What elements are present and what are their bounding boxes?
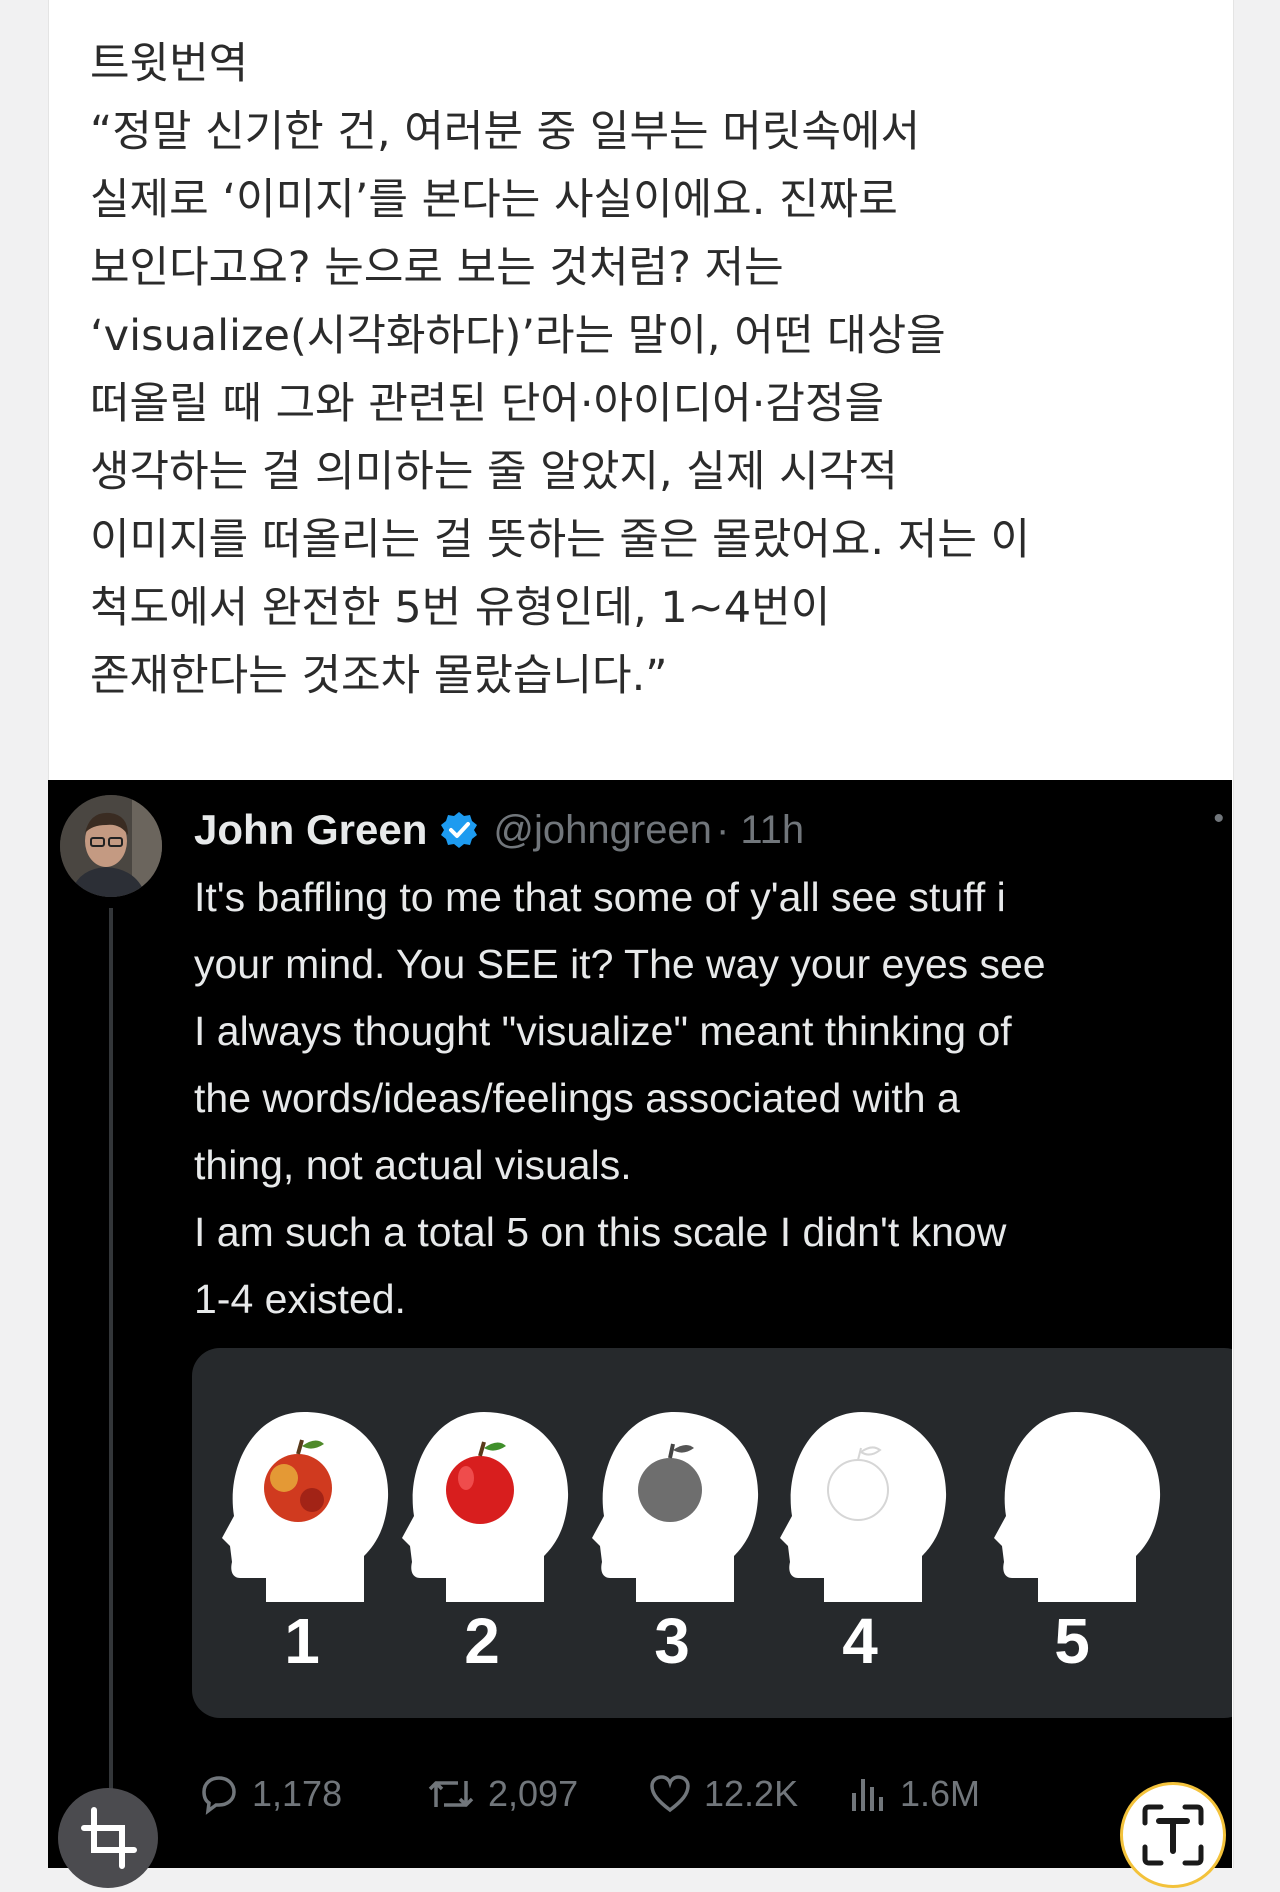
thread-line bbox=[109, 908, 113, 1868]
scale-item-4: 4 bbox=[772, 1348, 952, 1718]
scale-label: 5 bbox=[1054, 1605, 1090, 1677]
verified-badge-icon bbox=[441, 812, 478, 848]
like-button[interactable]: 12.2K bbox=[648, 1773, 798, 1815]
repost-button[interactable]: 2,097 bbox=[426, 1773, 578, 1815]
tweet-text-line: It's baffling to me that some of y'all s… bbox=[194, 874, 1006, 920]
tweet-text-line: 1-4 existed. bbox=[194, 1276, 406, 1322]
view-count: 1.6M bbox=[900, 1773, 981, 1814]
repost-icon bbox=[428, 1781, 474, 1807]
tweet-text-line: your mind. You SEE it? The way your eyes… bbox=[194, 941, 1046, 987]
tweet-header: John Green @johngreen · 11h bbox=[194, 800, 804, 860]
scale-label: 4 bbox=[842, 1605, 878, 1677]
repost-count: 2,097 bbox=[488, 1773, 579, 1814]
caption-line: 떠올릴 때 그와 관련된 단어·아이디어·감정을 bbox=[90, 379, 885, 429]
like-count: 12.2K bbox=[704, 1773, 799, 1814]
author-name[interactable]: John Green bbox=[194, 806, 427, 854]
tweet-text-line: I always thought "visualize" meant think… bbox=[194, 1008, 1012, 1054]
scale-item-1: 1 bbox=[214, 1348, 394, 1718]
scale-label: 3 bbox=[654, 1605, 690, 1677]
caption-line: ‘visualize(시각화하다)’라는 말이, 어떤 대상을 bbox=[90, 311, 946, 361]
scale-item-2: 2 bbox=[394, 1348, 574, 1718]
views-button[interactable]: 1.6M bbox=[848, 1773, 980, 1815]
head-with-outline-apple-icon bbox=[780, 1412, 947, 1602]
caption-line: 보인다고요? 눈으로 보는 것처럼? 저는 bbox=[90, 243, 784, 293]
tweet-text-line: I am such a total 5 on this scale I didn… bbox=[194, 1209, 1007, 1255]
crop-icon bbox=[81, 1807, 137, 1869]
scale-label: 2 bbox=[464, 1605, 500, 1677]
avatar[interactable] bbox=[60, 795, 162, 897]
caption-heading: 트윗번역 bbox=[90, 39, 249, 89]
caption-line: 척도에서 완전한 5번 유형인데, 1~4번이 bbox=[90, 583, 831, 633]
head-empty-icon bbox=[994, 1412, 1161, 1602]
caption-line: 실제로 ‘이미지’를 본다는 사실이에요. 진짜로 bbox=[90, 175, 898, 225]
author-handle[interactable]: @johngreen bbox=[493, 808, 712, 853]
head-with-vivid-apple-icon bbox=[222, 1412, 389, 1602]
tweet-text: It's baffling to me that some of y'all s… bbox=[194, 864, 1232, 1333]
head-with-grey-apple-icon bbox=[592, 1412, 759, 1602]
caption-line: “정말 신기한 건, 여러분 중 일부는 머릿속에서 bbox=[90, 107, 921, 157]
reply-button[interactable]: 1,178 bbox=[198, 1773, 342, 1815]
translation-caption: 트윗번역 “정말 신기한 건, 여러분 중 일부는 머릿속에서 실제로 ‘이미지… bbox=[90, 30, 1220, 710]
more-dots-icon[interactable]: • bbox=[1213, 802, 1226, 836]
reply-count: 1,178 bbox=[252, 1773, 343, 1814]
visualization-scale-image[interactable]: 1 2 3 4 5 bbox=[192, 1348, 1232, 1718]
crop-button[interactable] bbox=[58, 1788, 158, 1888]
head-with-red-apple-icon bbox=[402, 1412, 569, 1602]
tweet-timestamp[interactable]: · 11h bbox=[716, 808, 804, 853]
scale-item-5: 5 bbox=[986, 1348, 1166, 1718]
scale-item-3: 3 bbox=[584, 1348, 764, 1718]
caption-line: 존재한다는 것조차 몰랐습니다.” bbox=[90, 651, 668, 701]
scale-label: 1 bbox=[284, 1605, 320, 1677]
heart-icon bbox=[650, 1775, 690, 1813]
text-scan-icon bbox=[1142, 1804, 1204, 1866]
analytics-icon bbox=[852, 1779, 883, 1811]
tweet-action-bar: 1,178 2,097 12.2K 1.6M bbox=[198, 1773, 1198, 1833]
reply-icon bbox=[202, 1776, 236, 1815]
tweet-text-line: the words/ideas/feelings associated with… bbox=[194, 1075, 960, 1121]
caption-line: 이미지를 떠올리는 걸 뜻하는 줄은 몰랐어요. 저는 이 bbox=[90, 515, 1031, 565]
tweet-text-line: thing, not actual visuals. bbox=[194, 1142, 632, 1188]
caption-line: 생각하는 걸 의미하는 줄 알았지, 실제 시각적 bbox=[90, 447, 898, 497]
embedded-tweet-screenshot: John Green @johngreen · 11h • It's baffl… bbox=[48, 780, 1232, 1868]
text-recognition-button[interactable] bbox=[1120, 1782, 1226, 1888]
